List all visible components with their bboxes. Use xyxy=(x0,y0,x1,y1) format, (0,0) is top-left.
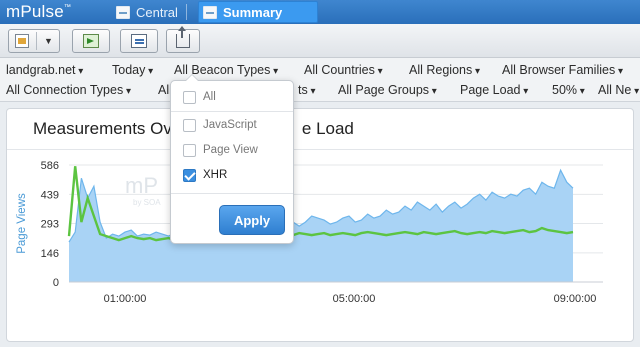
option-javascript[interactable]: JavaScript xyxy=(183,116,257,134)
button-divider xyxy=(36,32,38,50)
export-button[interactable] xyxy=(72,29,110,53)
option-xhr-label: XHR xyxy=(203,169,228,181)
x-tick-label: 01:00:00 xyxy=(104,293,147,305)
measurements-panel: Measurements Ov e Load mP by SOA 0 146 293 439… xyxy=(6,108,634,342)
share-button[interactable] xyxy=(166,26,200,53)
popover-separator-bottom xyxy=(171,193,293,194)
y-tick-label: 146 xyxy=(41,248,59,260)
checkbox-javascript[interactable] xyxy=(183,118,196,132)
apply-button[interactable]: Apply xyxy=(219,205,285,235)
y-tick-label: 293 xyxy=(41,219,59,231)
filter-countries[interactable]: All Countries xyxy=(304,63,383,77)
filter-networks[interactable]: All Ne xyxy=(598,83,639,97)
tab-divider xyxy=(186,4,187,20)
tab-summary[interactable]: Summary xyxy=(198,1,318,23)
option-page-view[interactable]: Page View xyxy=(183,141,258,159)
checkbox-page-view[interactable] xyxy=(183,143,196,157)
chevron-down-icon: ▼ xyxy=(44,36,53,46)
filter-domain[interactable]: landgrab.net xyxy=(6,63,83,77)
filter-bar: landgrab.net Today All Beacon Types All … xyxy=(0,58,640,102)
x-tick-label: 09:00:00 xyxy=(554,293,597,305)
filter-regions[interactable]: All Regions xyxy=(409,63,480,77)
filter-row-1: landgrab.net Today All Beacon Types All … xyxy=(0,60,640,80)
summary-tab-icon xyxy=(203,5,217,19)
checkbox-xhr[interactable] xyxy=(183,168,196,182)
filter-partial-ts[interactable]: ts xyxy=(298,83,316,97)
filter-connection-types[interactable]: All Connection Types xyxy=(6,83,131,97)
filter-date[interactable]: Today xyxy=(112,63,153,77)
option-page-view-label: Page View xyxy=(203,144,258,156)
option-all-label: All xyxy=(203,91,216,103)
edit-button[interactable] xyxy=(120,29,158,53)
measurements-chart[interactable]: mPby SOA0146293439586Page Views01:00:00 0… xyxy=(7,109,633,341)
dashboard-icon xyxy=(15,34,30,48)
popover-separator xyxy=(171,111,293,112)
watermark-subtext: by SOA xyxy=(133,198,161,207)
y-axis-label: Page Views xyxy=(16,193,28,254)
checkbox-all[interactable] xyxy=(183,90,196,104)
share-icon xyxy=(176,26,190,48)
y-tick-label: 439 xyxy=(41,189,59,201)
filter-browser-families[interactable]: All Browser Families xyxy=(502,63,623,77)
brand-text: mPulse xyxy=(6,2,64,21)
export-arrow-icon xyxy=(83,34,99,48)
central-tab-icon xyxy=(116,5,130,19)
tab-summary-label: Summary xyxy=(223,4,283,20)
tab-central-label: Central xyxy=(136,4,178,20)
option-javascript-label: JavaScript xyxy=(203,119,257,131)
option-xhr[interactable]: XHR xyxy=(183,166,227,184)
tab-central[interactable]: Central xyxy=(112,2,178,22)
app-brand: mPulse™ xyxy=(6,2,71,22)
option-all[interactable]: All xyxy=(183,88,216,106)
y-tick-label: 586 xyxy=(41,160,59,172)
edit-icon xyxy=(131,34,147,48)
filter-row-2: All Connection Types All ts All Page Gro… xyxy=(0,80,640,100)
filter-timer[interactable]: Page Load xyxy=(460,83,528,97)
beacon-types-dropdown: All JavaScript Page View XHR Apply xyxy=(170,74,294,244)
toolbar: ▼ xyxy=(0,24,640,58)
dashboard-menu-button[interactable]: ▼ xyxy=(8,29,60,53)
filter-page-groups[interactable]: All Page Groups xyxy=(338,83,437,97)
x-tick-label: 05:00:00 xyxy=(333,293,376,305)
trademark: ™ xyxy=(63,4,72,11)
app-window: mPulse™ Central Summary ▼ landgrab.net ▾… xyxy=(0,0,640,347)
y-tick-label: 0 xyxy=(53,277,59,289)
title-bar: mPulse™ Central Summary xyxy=(0,0,640,24)
filter-percentile[interactable]: 50% xyxy=(552,83,585,97)
